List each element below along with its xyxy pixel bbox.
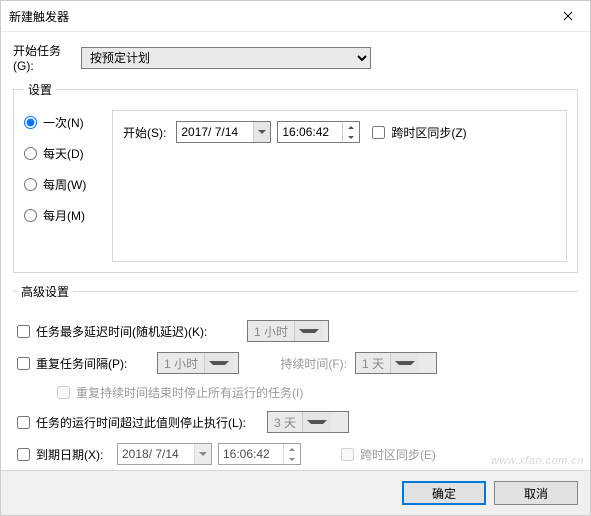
repeat-row: 重复任务间隔(P): 1 小时 持续时间(F): 1 天 xyxy=(17,352,574,374)
cancel-button[interactable]: 取消 xyxy=(494,481,578,505)
begin-task-row: 开始任务(G): 按预定计划 xyxy=(13,42,578,73)
start-date-input[interactable] xyxy=(177,123,253,141)
repeat-interval-combo[interactable]: 1 小时 xyxy=(157,352,239,374)
radio-monthly-input[interactable] xyxy=(24,209,37,222)
begin-task-select[interactable]: 按预定计划 xyxy=(81,47,371,69)
expire-checkbox[interactable] xyxy=(17,448,30,461)
delay-checkbox[interactable] xyxy=(17,325,30,338)
chevron-down-icon xyxy=(294,321,323,341)
advanced-legend: 高级设置 xyxy=(17,283,73,300)
duration-combo[interactable]: 1 天 xyxy=(355,352,437,374)
delay-combo[interactable]: 1 小时 xyxy=(247,320,329,342)
expire-date-picker[interactable] xyxy=(117,443,212,465)
radio-daily[interactable]: 每天(D) xyxy=(24,145,104,162)
start-label: 开始(S): xyxy=(123,124,166,141)
start-time-input[interactable] xyxy=(278,123,342,141)
titlebar: 新建触发器 xyxy=(1,1,590,32)
close-button[interactable] xyxy=(545,1,590,31)
calendar-dropdown-icon[interactable] xyxy=(253,122,270,142)
stop-if-combo[interactable]: 3 天 xyxy=(267,411,349,433)
stop-after-repeat-label: 重复持续时间结束时停止所有运行的任务(I) xyxy=(76,384,303,401)
start-time-picker[interactable] xyxy=(277,121,360,143)
dialog-body: 开始任务(G): 按预定计划 设置 一次(N) 每天(D) xyxy=(1,32,590,502)
stop-if-row: 任务的运行时间超过此值则停止执行(L): 3 天 xyxy=(17,411,574,433)
stop-after-repeat-row: 重复持续时间结束时停止所有运行的任务(I) xyxy=(57,384,574,401)
expire-time-picker[interactable] xyxy=(218,443,301,465)
expire-label: 到期日期(X): xyxy=(36,446,103,463)
settings-fieldset: 设置 一次(N) 每天(D) 每周(W) xyxy=(13,81,578,273)
ok-button[interactable]: 确定 xyxy=(402,481,486,505)
time-spinner[interactable] xyxy=(342,122,359,142)
delay-label: 任务最多延迟时间(随机延迟)(K): xyxy=(36,323,207,340)
expire-row: 到期日期(X): xyxy=(17,443,574,465)
radio-weekly[interactable]: 每周(W) xyxy=(24,176,104,193)
expire-sync-input xyxy=(341,448,354,461)
expire-date-input[interactable] xyxy=(118,445,194,463)
close-icon xyxy=(563,11,573,21)
sync-tz-input[interactable] xyxy=(372,126,385,139)
radio-daily-input[interactable] xyxy=(24,147,37,160)
expire-sync-checkbox: 跨时区同步(E) xyxy=(341,446,436,463)
stop-after-repeat-checkbox xyxy=(57,386,70,399)
schedule-panel: 开始(S): xyxy=(112,110,567,262)
delay-row: 任务最多延迟时间(随机延迟)(K): 1 小时 xyxy=(17,320,574,342)
expire-time-input[interactable] xyxy=(219,445,283,463)
repeat-checkbox[interactable] xyxy=(17,357,30,370)
dialog-window: 新建触发器 开始任务(G): 按预定计划 设置 一次(N) xyxy=(0,0,591,516)
duration-label: 持续时间(F): xyxy=(257,355,355,372)
calendar-dropdown-icon[interactable] xyxy=(194,444,211,464)
chevron-down-icon xyxy=(204,353,233,373)
radio-once[interactable]: 一次(N) xyxy=(24,114,104,131)
chevron-down-icon xyxy=(302,412,331,432)
stop-if-label: 任务的运行时间超过此值则停止执行(L): xyxy=(36,414,246,431)
radio-once-input[interactable] xyxy=(24,116,37,129)
sync-tz-checkbox[interactable]: 跨时区同步(Z) xyxy=(372,124,466,141)
radio-weekly-input[interactable] xyxy=(24,178,37,191)
start-date-picker[interactable] xyxy=(176,121,271,143)
time-spinner[interactable] xyxy=(283,444,300,464)
stop-if-checkbox[interactable] xyxy=(17,416,30,429)
window-title: 新建触发器 xyxy=(9,8,545,25)
settings-legend: 设置 xyxy=(24,81,56,98)
dialog-footer: 确定 取消 xyxy=(1,470,590,515)
chevron-down-icon xyxy=(390,353,419,373)
begin-task-label: 开始任务(G): xyxy=(13,42,81,73)
schedule-type-radios: 一次(N) 每天(D) 每周(W) 每月(M) xyxy=(24,110,104,262)
radio-monthly[interactable]: 每月(M) xyxy=(24,207,104,224)
repeat-label: 重复任务间隔(P): xyxy=(36,355,127,372)
